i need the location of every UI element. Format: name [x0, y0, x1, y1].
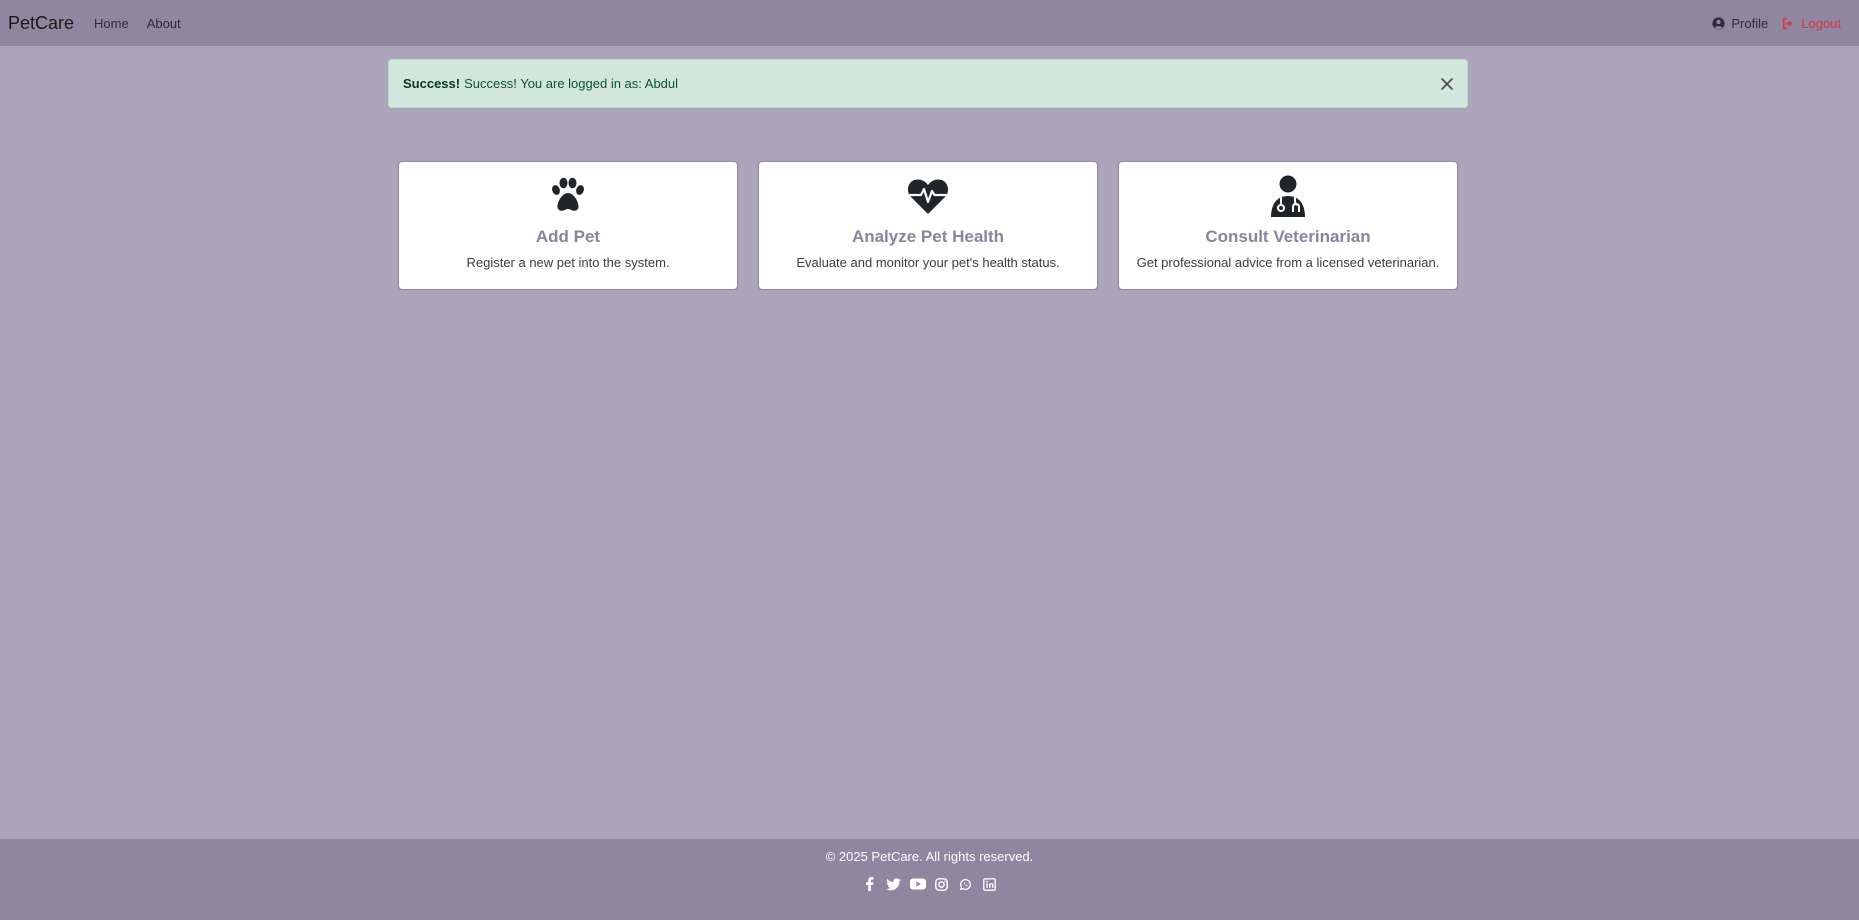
footer-copyright: © 2025 PetCare. All rights reserved.	[825, 849, 1034, 864]
sign-out-icon	[1783, 17, 1793, 29]
linkedin-icon[interactable]	[982, 876, 998, 892]
user-doctor-icon	[1271, 175, 1305, 217]
logout-label: Logout	[1801, 15, 1841, 31]
card-consult-vet[interactable]: Consult Veterinarian Get professional ad…	[1118, 161, 1458, 290]
card-add-pet[interactable]: Add Pet Register a new pet into the syst…	[398, 161, 738, 290]
card-description: Get professional advice from a licensed …	[1136, 255, 1440, 270]
nav-link-about[interactable]: About	[147, 16, 181, 31]
profile-label: Profile	[1731, 15, 1769, 31]
brand-logo[interactable]: PetCare	[8, 13, 74, 34]
card-description: Evaluate and monitor your pet's health s…	[796, 255, 1060, 270]
card-title: Consult Veterinarian	[1205, 227, 1371, 246]
twitter-icon[interactable]	[886, 876, 902, 892]
heart-pulse-icon	[907, 179, 949, 214]
card-description: Register a new pet into the system.	[466, 255, 670, 270]
navbar-right: Profile Logout	[1712, 0, 1841, 46]
alert-strong: Success!	[403, 76, 461, 91]
logout-link[interactable]: Logout	[1782, 16, 1841, 31]
whatsapp-icon[interactable]	[958, 876, 974, 892]
footer: © 2025 PetCare. All rights reserved.	[0, 839, 1859, 920]
feature-cards: Add Pet Register a new pet into the syst…	[398, 161, 1458, 290]
card-title: Add Pet	[535, 227, 601, 246]
instagram-icon[interactable]	[934, 876, 950, 892]
youtube-icon[interactable]	[909, 876, 926, 892]
profile-link[interactable]: Profile	[1712, 16, 1768, 31]
success-alert: Success! Success! You are logged in as: …	[388, 59, 1468, 108]
social-links	[0, 876, 1859, 892]
nav-link-home[interactable]: Home	[94, 16, 129, 31]
navbar: PetCare Home About Profile Logout	[0, 0, 1859, 46]
alert-message: Success! You are logged in as: Abdul	[464, 76, 679, 91]
user-circle-icon	[1712, 16, 1725, 30]
close-icon[interactable]	[1439, 76, 1455, 92]
card-title: Analyze Pet Health	[851, 227, 1005, 246]
card-analyze-health[interactable]: Analyze Pet Health Evaluate and monitor …	[758, 161, 1098, 290]
facebook-icon[interactable]	[862, 876, 878, 892]
paw-icon	[552, 177, 584, 211]
